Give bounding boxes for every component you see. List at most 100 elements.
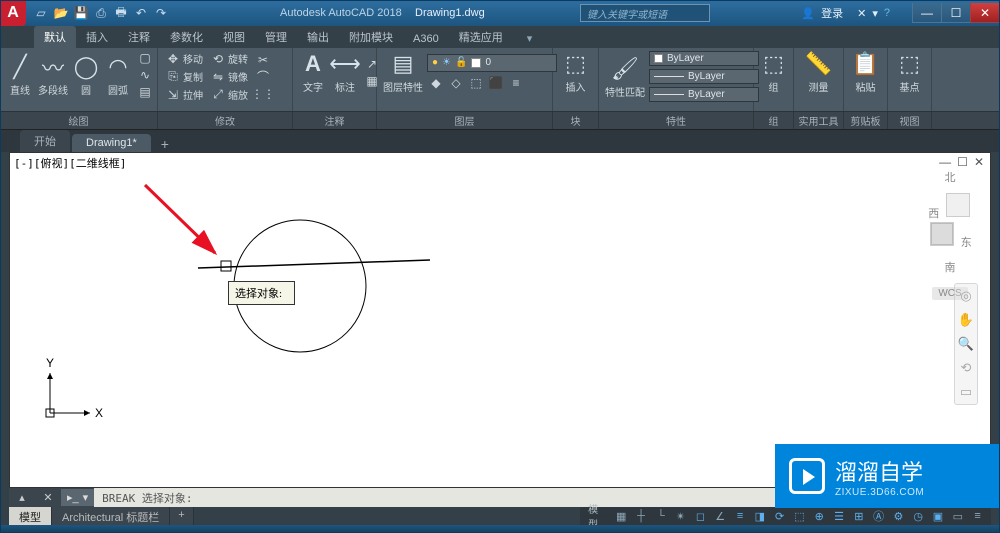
panel-title-modify[interactable]: 修改 xyxy=(158,112,293,129)
layout-add-button[interactable]: + xyxy=(170,507,193,525)
tab-manage[interactable]: 管理 xyxy=(255,26,297,48)
layer-tool-3[interactable]: ⬚ xyxy=(467,75,485,91)
tool-stretch[interactable]: ⇲拉伸 xyxy=(164,86,205,103)
status-transparency-icon[interactable]: ◨ xyxy=(750,508,769,524)
status-ann-icon[interactable]: Ⓐ xyxy=(869,508,888,524)
status-clean-icon[interactable]: ▭ xyxy=(948,508,967,524)
panel-title-block[interactable]: 块 xyxy=(553,112,599,129)
help-icon[interactable]: ? xyxy=(884,7,890,19)
cmd-prompt-icon[interactable]: ▸_▾ xyxy=(61,489,94,506)
qat-new-icon[interactable]: ▱ xyxy=(32,4,50,22)
minimize-button[interactable]: — xyxy=(912,3,942,23)
tool-trim[interactable]: ✂ xyxy=(254,52,272,68)
tool-paste[interactable]: 📋粘贴 xyxy=(850,50,881,94)
tab-view[interactable]: 视图 xyxy=(213,26,255,48)
panel-title-props[interactable]: 特性 xyxy=(599,112,754,129)
status-otrack-icon[interactable]: ∠ xyxy=(711,508,730,524)
layer-tool-1[interactable]: ◆ xyxy=(427,75,445,91)
layout-tab-arch[interactable]: Architectural 标题栏 xyxy=(52,507,170,525)
tab-a360[interactable]: A360 xyxy=(403,30,449,48)
color-dropdown[interactable]: ByLayer xyxy=(649,51,759,66)
tool-fillet[interactable]: ⌒ xyxy=(254,69,272,85)
tool-hatch[interactable]: ▤ xyxy=(136,84,154,100)
nav-showmotion-icon[interactable]: ▭ xyxy=(960,384,972,400)
tab-addins[interactable]: 附加模块 xyxy=(339,26,403,48)
maximize-button[interactable]: ☐ xyxy=(941,3,971,23)
qat-plot-icon[interactable]: 🖶 xyxy=(112,4,130,22)
status-snap-icon[interactable]: ┼ xyxy=(632,508,651,524)
tool-group[interactable]: ⬚组 xyxy=(760,50,787,94)
tab-output[interactable]: 输出 xyxy=(297,26,339,48)
layer-tool-4[interactable]: ⬛ xyxy=(487,75,505,91)
status-ws-icon[interactable]: ⚙ xyxy=(889,508,908,524)
linetype-dropdown[interactable]: ByLayer xyxy=(649,87,759,102)
panel-title-layers[interactable]: 图层 xyxy=(377,112,553,129)
panel-title-utils[interactable]: 实用工具 xyxy=(794,112,844,129)
nav-east[interactable]: 东 xyxy=(961,237,972,249)
tab-start[interactable]: 开始 xyxy=(20,130,70,152)
panel-title-view[interactable]: 视图 xyxy=(888,112,932,129)
tab-add-button[interactable]: + xyxy=(153,136,177,152)
qat-open-icon[interactable]: 📂 xyxy=(52,4,70,22)
view-cube[interactable]: 北 西 东 南 WCS xyxy=(918,161,982,301)
nav-pan-icon[interactable]: ✋ xyxy=(958,312,974,328)
status-lwt-icon[interactable]: ≡ xyxy=(731,508,750,524)
cmd-history-button[interactable]: ▴ xyxy=(9,491,35,504)
layer-tool-2[interactable]: ◇ xyxy=(447,75,465,91)
tool-scale[interactable]: ⤢缩放 xyxy=(209,86,250,103)
nav-orbit-icon[interactable]: ⟲ xyxy=(961,360,972,376)
status-dyn-icon[interactable]: ⊕ xyxy=(810,508,829,524)
tool-matchprop[interactable]: 🖌特性匹配 xyxy=(605,55,645,99)
panel-title-clip[interactable]: 剪贴板 xyxy=(844,112,888,129)
qat-save-icon[interactable]: 💾 xyxy=(72,4,90,22)
nav-wheel-icon[interactable]: ◎ xyxy=(960,288,971,304)
status-3dosnap-icon[interactable]: ⬚ xyxy=(790,508,809,524)
status-monitor-icon[interactable]: ◷ xyxy=(909,508,928,524)
help-search-input[interactable]: 键入关键字或短语 xyxy=(580,4,710,22)
tool-arc[interactable]: ◠圆弧 xyxy=(104,53,132,97)
tool-polyline[interactable]: 〰多段线 xyxy=(38,53,68,97)
tab-annotate[interactable]: 注释 xyxy=(118,26,160,48)
tool-mirror[interactable]: ⇋镜像 xyxy=(209,68,250,85)
help-dd-icon[interactable]: ▾ xyxy=(872,7,878,20)
tool-circle[interactable]: ◯圆 xyxy=(72,53,100,97)
layer-dropdown[interactable]: ● ☀ 🔓 0 xyxy=(427,54,557,72)
tool-dimension[interactable]: ⟷标注 xyxy=(331,50,359,94)
panel-title-annotate[interactable]: 注释 xyxy=(293,112,377,129)
tool-array[interactable]: ⋮⋮ xyxy=(254,86,272,102)
nav-face-w[interactable] xyxy=(946,193,970,217)
tool-rotate[interactable]: ⟲旋转 xyxy=(209,50,250,67)
user-area[interactable]: 👤 登录 ✕ ▾ ? xyxy=(801,5,890,21)
drawing-canvas[interactable]: [-][俯视][二维线框] — ☐ ✕ X Y 选择对象: xyxy=(9,152,991,488)
status-sc-icon[interactable]: ⊞ xyxy=(849,508,868,524)
exchange-icon[interactable]: ✕ xyxy=(857,7,866,20)
status-iso-icon[interactable]: ▣ xyxy=(929,508,948,524)
nav-face-top[interactable] xyxy=(930,222,954,246)
tool-insert-block[interactable]: ⬚插入 xyxy=(559,50,592,94)
app-logo[interactable]: A xyxy=(0,0,26,26)
tab-expand-icon[interactable]: ▾ xyxy=(517,29,543,48)
status-qp-icon[interactable]: ☰ xyxy=(830,508,849,524)
tool-move[interactable]: ✥移动 xyxy=(164,50,205,67)
tab-default[interactable]: 默认 xyxy=(34,26,76,48)
close-button[interactable]: ✕ xyxy=(970,3,1000,23)
tool-copy[interactable]: ⎘复制 xyxy=(164,68,205,85)
layer-tool-5[interactable]: ≡ xyxy=(507,75,525,91)
panel-title-group[interactable]: 组 xyxy=(754,112,794,129)
status-osnap-icon[interactable]: ◻ xyxy=(691,508,710,524)
tool-spline[interactable]: ∿ xyxy=(136,67,154,83)
qat-undo-icon[interactable]: ↶ xyxy=(132,4,150,22)
tool-text[interactable]: A文字 xyxy=(299,50,327,94)
nav-south[interactable]: 南 xyxy=(918,259,982,275)
qat-redo-icon[interactable]: ↷ xyxy=(152,4,170,22)
qat-saveas-icon[interactable]: ⎙ xyxy=(92,4,110,22)
tab-parametric[interactable]: 参数化 xyxy=(160,26,213,48)
nav-north[interactable]: 北 xyxy=(918,169,982,185)
status-grid-icon[interactable]: ▦ xyxy=(612,508,631,524)
tab-featured[interactable]: 精选应用 xyxy=(449,26,513,48)
status-polar-icon[interactable]: ✴ xyxy=(671,508,690,524)
tool-base[interactable]: ⬚基点 xyxy=(894,50,925,94)
tool-layer-props[interactable]: ▤图层特性 xyxy=(383,50,423,94)
entity-line[interactable] xyxy=(198,260,430,268)
status-model-label[interactable]: 模型 xyxy=(584,508,611,524)
